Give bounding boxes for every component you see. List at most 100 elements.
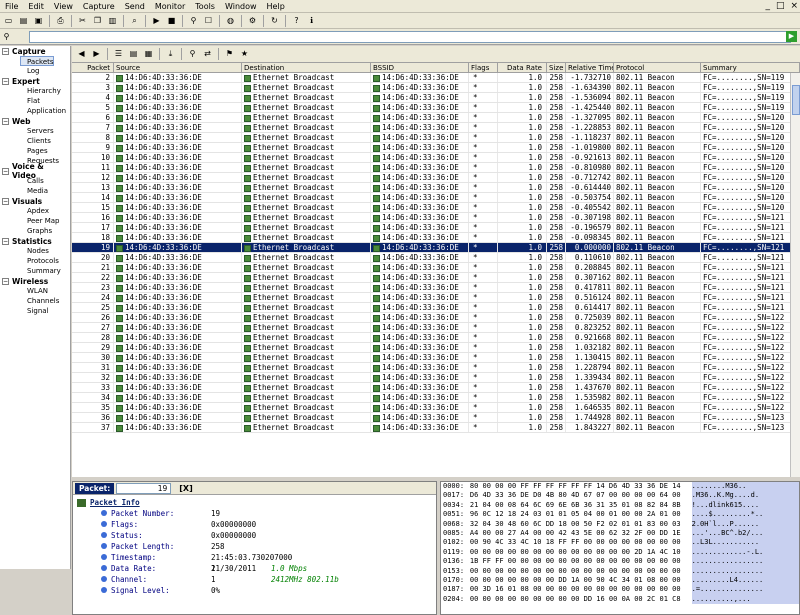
hex-row[interactable]: 0017: D6 4D 33 36 DE D0 4B 80 4D 67 07 00… (441, 491, 799, 501)
save-icon[interactable]: ▣ (32, 15, 45, 27)
table-row[interactable]: 9 14:D6:4D:33:36:DE Ethernet Broadcast 14:D… (72, 143, 800, 153)
table-row[interactable]: 22 14:D6:4D:33:36:DE Ethernet Broadcast 14:… (72, 273, 800, 283)
nav-item-protocols[interactable]: Protocols (0, 256, 70, 266)
nav-item-signal[interactable]: Signal (0, 306, 70, 316)
detail-field[interactable]: Channel: 1 2412MHz 802.11b (73, 574, 436, 585)
print-icon[interactable]: ⎙ (54, 15, 67, 27)
table-row[interactable]: 10 14:D6:4D:33:36:DE Ethernet Broadcast 14:… (72, 153, 800, 163)
new-file-icon[interactable]: ▭ (2, 15, 15, 27)
table-row[interactable]: 25 14:D6:4D:33:36:DE Ethernet Broadcast 14:… (72, 303, 800, 313)
menu-tools[interactable]: Tools (190, 0, 220, 13)
nav-item-servers[interactable]: Servers (0, 126, 70, 136)
open-icon[interactable]: ▤ (17, 15, 30, 27)
table-row[interactable]: 6 14:D6:4D:33:36:DE Ethernet Broadcast 14:D… (72, 113, 800, 123)
collapse-icon[interactable]: − (2, 117, 9, 125)
table-row[interactable]: 16 14:D6:4D:33:36:DE Ethernet Broadcast 14:… (72, 213, 800, 223)
flag-icon[interactable]: ⚑ (223, 48, 236, 60)
hex-view-icon[interactable]: ▦ (142, 48, 155, 60)
table-row[interactable]: 7 14:D6:4D:33:36:DE Ethernet Broadcast 14:D… (72, 123, 800, 133)
table-row[interactable]: 27 14:D6:4D:33:36:DE Ethernet Broadcast 14:… (72, 323, 800, 333)
menu-view[interactable]: View (49, 0, 78, 13)
nav-group-capture[interactable]: − Capture (0, 46, 70, 56)
table-row[interactable]: 12 14:D6:4D:33:36:DE Ethernet Broadcast 14:… (72, 173, 800, 183)
collapse-icon[interactable]: − (2, 167, 9, 175)
restore-icon[interactable]: □ (776, 0, 785, 12)
packet-info-header[interactable]: Packet Info (73, 497, 436, 508)
stop-capture-icon[interactable]: ■ (165, 15, 178, 27)
nav-item-nodes[interactable]: Nodes (0, 246, 70, 256)
table-row[interactable]: 17 14:D6:4D:33:36:DE Ethernet Broadcast 14:… (72, 223, 800, 233)
web-icon[interactable]: ◍ (224, 15, 237, 27)
nav-item-graphs[interactable]: Graphs (0, 226, 70, 236)
column-header-protocol[interactable]: Protocol (614, 63, 701, 72)
filter-icon[interactable]: ⚲ (187, 15, 200, 27)
paste-icon[interactable]: ▥ (106, 15, 119, 27)
table-row[interactable]: 18 14:D6:4D:33:36:DE Ethernet Broadcast 14:… (72, 233, 800, 243)
column-header-flags[interactable]: Flags (469, 63, 498, 72)
table-row[interactable]: 35 14:D6:4D:33:36:DE Ethernet Broadcast 14:… (72, 403, 800, 413)
select-related-icon[interactable]: ⇄ (201, 48, 214, 60)
table-row[interactable]: 13 14:D6:4D:33:36:DE Ethernet Broadcast 14:… (72, 183, 800, 193)
nav-item-flat[interactable]: Flat (0, 96, 70, 106)
column-header-source[interactable]: Source (114, 63, 242, 72)
column-header-summary[interactable]: Summary (701, 63, 800, 72)
filter-icon[interactable]: ⚲ (186, 48, 199, 60)
list-view-icon[interactable]: ☰ (112, 48, 125, 60)
help-icon[interactable]: ? (290, 15, 303, 27)
table-row[interactable]: 11 14:D6:4D:33:36:DE Ethernet Broadcast 14:… (72, 163, 800, 173)
nav-group-expert[interactable]: − Expert (0, 76, 70, 86)
table-row[interactable]: 5 14:D6:4D:33:36:DE Ethernet Broadcast 14:D… (72, 103, 800, 113)
detail-field[interactable]: Timestamp: 21:45:03.730207000 11/30/2011 (73, 552, 436, 573)
table-row[interactable]: 32 14:D6:4D:33:36:DE Ethernet Broadcast 14:… (72, 373, 800, 383)
filter-icon[interactable]: ⚲ (0, 31, 13, 43)
nav-item-application[interactable]: Application (0, 106, 70, 116)
detail-field[interactable]: Packet Length: 258 (73, 541, 436, 552)
hex-row[interactable]: 0085: A4 00 00 27 A4 00 00 42 43 5E 00 62… (441, 528, 799, 539)
nav-item-packets[interactable]: Packets (20, 56, 54, 66)
nav-item-peer-map[interactable]: Peer Map (0, 216, 70, 226)
settings-icon[interactable]: ⚙ (246, 15, 259, 27)
hex-row[interactable]: 0204: 00 00 00 00 00 00 00 00 00 DD 16 00… (441, 594, 799, 605)
table-row[interactable]: 2 14:D6:4D:33:36:DE Ethernet Broadcast 14:D… (72, 73, 800, 83)
table-row[interactable]: 34 14:D6:4D:33:36:DE Ethernet Broadcast 14:… (72, 393, 800, 403)
filter-input[interactable] (29, 30, 791, 43)
column-header-relative-time[interactable]: Relative Time (566, 63, 614, 72)
column-header-size[interactable]: Size (547, 63, 566, 72)
cut-icon[interactable]: ✂ (76, 15, 89, 27)
column-header-packet[interactable]: Packet (72, 63, 114, 72)
table-row[interactable]: 23 14:D6:4D:33:36:DE Ethernet Broadcast 14:… (72, 283, 800, 293)
nav-item-clients[interactable]: Clients (0, 136, 70, 146)
collapse-icon[interactable]: − (2, 77, 9, 85)
table-row[interactable]: 29 14:D6:4D:33:36:DE Ethernet Broadcast 14:… (72, 343, 800, 353)
back-icon[interactable]: ◀ (75, 48, 88, 60)
detail-field[interactable]: Status: 0x00000000 (73, 530, 436, 541)
column-header-bssid[interactable]: BSSID (371, 63, 469, 72)
nav-item-pages[interactable]: Pages (0, 146, 70, 156)
hex-row[interactable]: 0187: 00 3D 16 01 08 00 00 00 00 00 00 00… (441, 585, 799, 595)
close-detail-button[interactable]: [X] (179, 484, 192, 493)
copy-icon[interactable]: ❐ (91, 15, 104, 27)
menu-monitor[interactable]: Monitor (150, 0, 190, 13)
close-icon[interactable]: × (790, 0, 798, 12)
packet-number-input[interactable]: 19 (116, 482, 172, 494)
select-icon[interactable]: ☐ (202, 15, 215, 27)
apply-filter-icon[interactable]: ▶ (786, 31, 797, 42)
hex-row[interactable]: 0034: 21 04 00 08 64 6C 69 6E 6B 36 31 35… (441, 500, 799, 511)
table-row[interactable]: 26 14:D6:4D:33:36:DE Ethernet Broadcast 14:… (72, 313, 800, 323)
nav-group-visuals[interactable]: − Visuals (0, 196, 70, 206)
table-row[interactable]: 36 14:D6:4D:33:36:DE Ethernet Broadcast 14:… (72, 413, 800, 423)
table-row[interactable]: 20 14:D6:4D:33:36:DE Ethernet Broadcast 14:… (72, 253, 800, 263)
column-header-destination[interactable]: Destination (242, 63, 371, 72)
collapse-icon[interactable]: − (2, 237, 9, 245)
refresh-icon[interactable]: ↻ (268, 15, 281, 27)
menu-capture[interactable]: Capture (78, 0, 120, 13)
table-row[interactable]: 14 14:D6:4D:33:36:DE Ethernet Broadcast 14:… (72, 193, 800, 203)
collapse-icon[interactable]: − (2, 277, 9, 285)
nav-item-media[interactable]: Media (0, 186, 70, 196)
hex-row[interactable]: 0102: 00 90 4C 33 4C 10 18 FF FF 00 00 00… (441, 538, 799, 548)
forward-icon[interactable]: ▶ (90, 48, 103, 60)
detail-field[interactable]: Packet Number: 19 (73, 508, 436, 519)
vertical-scrollbar[interactable] (790, 73, 800, 477)
hex-row[interactable]: 0170: 00 00 00 00 00 00 00 DD 1A 00 90 4C… (441, 575, 799, 586)
minimize-icon[interactable]: _ (765, 0, 770, 12)
